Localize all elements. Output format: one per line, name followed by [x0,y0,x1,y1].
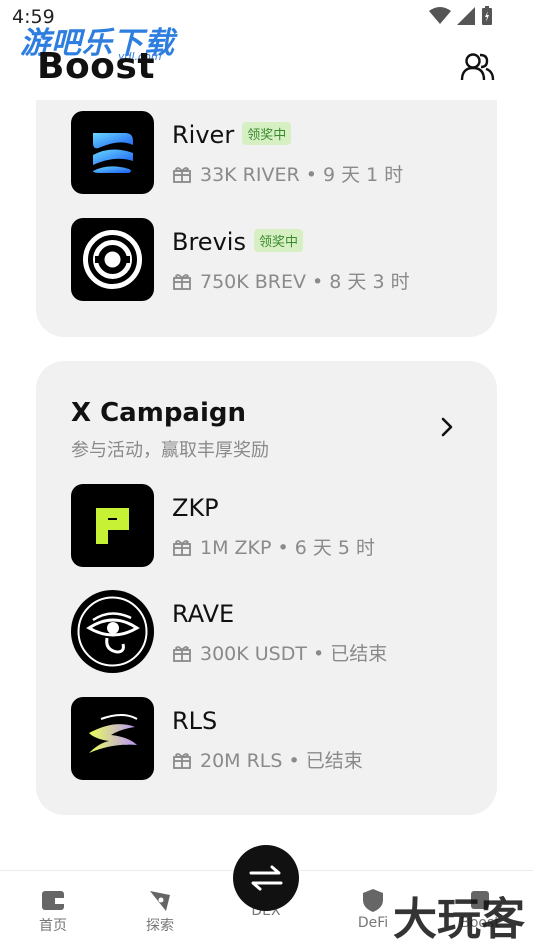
gift-icon [173,752,191,769]
dex-swap-button[interactable] [233,845,299,911]
rave-logo [71,590,154,673]
nav-label: 首页 [39,918,67,934]
item-name: Brevis 领奖中 [172,228,303,256]
watermark-bottom: 大玩客 [393,894,525,945]
item-meta: 33K RIVER • 9 天 1 时 [172,160,403,187]
item-meta: 300K USDT • 已结束 [172,639,387,666]
wifi-icon [429,7,451,24]
gift-icon [173,539,191,556]
gift-icon [173,273,191,290]
shield-icon [363,889,383,912]
gift-icon [173,166,191,183]
nav-item-home[interactable]: 首页 [13,887,93,935]
campaign-card: X Campaign 参与活动，赢取丰厚奖励 ZKP 1M ZKP • 6 天 … [36,361,497,815]
gift-icon [173,645,191,662]
list-item-rave[interactable]: RAVE 300K USDT • 已结束 [71,590,491,674]
battery-icon [482,6,492,25]
nav-label: 探索 [146,918,174,934]
list-item-river[interactable]: River 领奖中 33K RIVER • 9 天 1 时 [71,111,491,195]
item-meta: 750K BREV • 8 天 3 时 [172,267,410,294]
list-item-zkp[interactable]: ZKP 1M ZKP • 6 天 5 时 [71,484,491,568]
zkp-logo [71,484,154,567]
page-title: Boost [37,46,156,87]
list-item-rls[interactable]: RLS 20M RLS • 已结束 [71,697,491,781]
community-button[interactable] [460,52,498,86]
boost-card: River 领奖中 33K RIVER • 9 天 1 时 Brevis 领奖中 7… [36,100,497,337]
list-item-brevis[interactable]: Brevis 领奖中 750K BREV • 8 天 3 时 [71,218,491,302]
item-name: ZKP [172,494,219,522]
status-badge: 领奖中 [242,122,292,145]
item-meta: 1M ZKP • 6 天 5 时 [172,533,375,560]
compass-icon [150,891,170,911]
item-meta: 20M RLS • 已结束 [172,746,363,773]
nav-item-explore[interactable]: 探索 [120,887,200,935]
status-icons [429,6,493,26]
river-logo [71,111,154,194]
people-icon [460,53,495,81]
item-name: RAVE [172,600,235,628]
chevron-right-icon[interactable] [439,415,455,439]
section-title[interactable]: X Campaign [71,398,246,428]
swap-icon [249,865,283,891]
item-name: RLS [172,707,218,735]
status-badge: 领奖中 [253,229,303,252]
item-name: River 领奖中 [172,121,292,149]
section-subtitle: 参与活动，赢取丰厚奖励 [71,440,269,461]
rls-logo [71,697,154,780]
brevis-logo [71,218,154,301]
wallet-icon [42,891,64,910]
bottom-nav: 首页 探索 DEX DeFi Boost 大玩客 [0,845,533,949]
signal-icon [457,7,475,25]
